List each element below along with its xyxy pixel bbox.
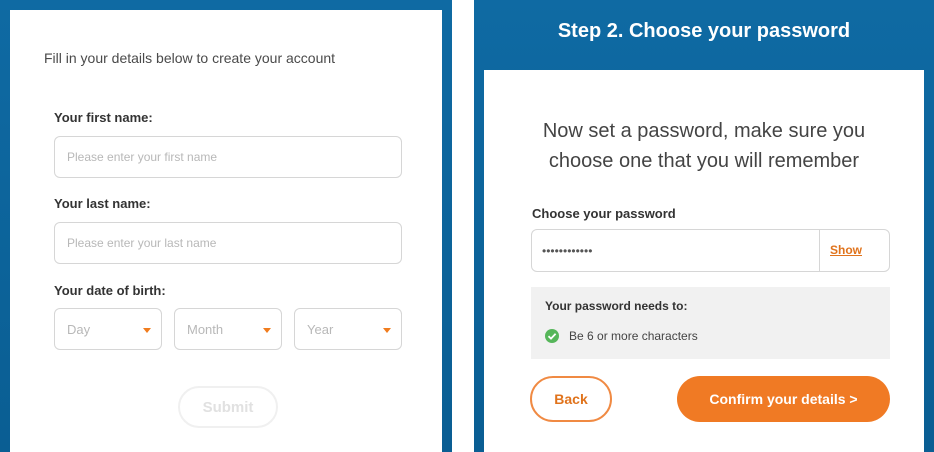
dob-day-value: Day [67, 322, 91, 337]
submit-button[interactable]: Submit [178, 386, 278, 428]
dob-day-select[interactable]: Day [54, 308, 162, 350]
requirement-text: Be 6 or more characters [569, 329, 698, 343]
dob-month-select[interactable]: Month [174, 308, 282, 350]
last-name-label: Your last name: [54, 196, 151, 211]
step-title: Step 2. Choose your password [557, 20, 851, 42]
first-name-input[interactable] [55, 137, 401, 177]
date-of-birth-label: Your date of birth: [54, 283, 166, 298]
dob-month-value: Month [187, 322, 224, 337]
caret-down-icon [383, 328, 391, 333]
back-button[interactable]: Back [530, 376, 612, 422]
password-field[interactable]: Show [531, 229, 890, 272]
intro-text: Fill in your details below to create you… [44, 50, 336, 66]
password-input[interactable] [532, 230, 820, 271]
caret-down-icon [143, 328, 151, 333]
password-label: Choose your password [532, 206, 676, 221]
requirement-item: Be 6 or more characters [545, 329, 698, 343]
first-name-field[interactable] [54, 136, 402, 178]
dob-year-select[interactable]: Year [294, 308, 402, 350]
password-heading: Now set a password, make sure you choose… [542, 120, 866, 172]
caret-down-icon [263, 328, 271, 333]
first-name-label: Your first name: [54, 110, 153, 125]
dob-year-value: Year [307, 322, 334, 337]
check-circle-icon [545, 329, 559, 343]
last-name-field[interactable] [54, 222, 402, 264]
requirements-title: Your password needs to: [545, 299, 688, 313]
last-name-input[interactable] [55, 223, 401, 263]
show-password-link[interactable]: Show [830, 243, 862, 257]
password-requirements: Your password needs to: Be 6 or more cha… [531, 287, 890, 359]
password-field-divider [819, 230, 820, 271]
confirm-details-button[interactable]: Confirm your details > [677, 376, 890, 422]
